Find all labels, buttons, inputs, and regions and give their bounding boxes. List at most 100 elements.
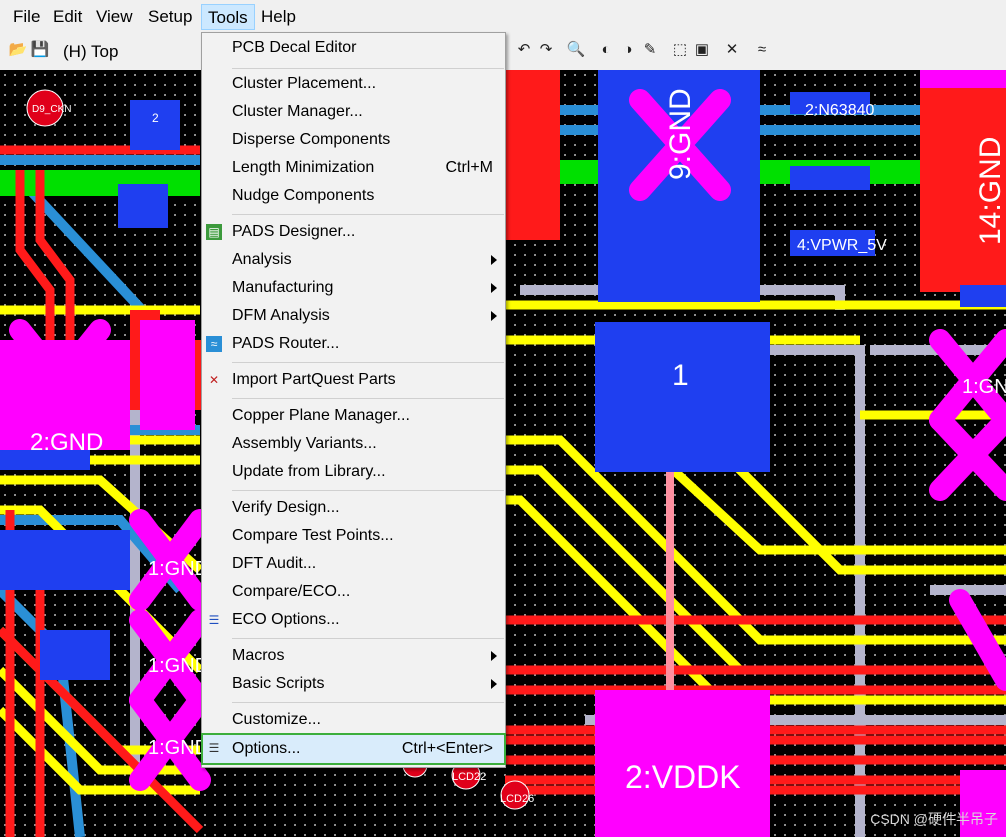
menu-item-copper-plane-manager[interactable]: Copper Plane Manager...	[202, 402, 505, 430]
brush-icon[interactable]: ✎	[640, 40, 660, 60]
menu-item-label: Compare/ECO...	[232, 583, 351, 600]
watermark: CSDN @硬件半吊子	[870, 811, 998, 827]
menu-item-label: Basic Scripts	[232, 675, 325, 692]
eco-options-icon: ☰	[208, 613, 220, 627]
menu-item-cluster-placement[interactable]: Cluster Placement...	[202, 70, 505, 98]
menu-view[interactable]: View	[90, 4, 139, 30]
menu-separator	[232, 214, 504, 215]
options-icon: ☰	[208, 741, 220, 755]
component-ref-2: 2	[152, 111, 159, 125]
display-icon[interactable]: ◐	[596, 40, 616, 60]
partquest-icon[interactable]: ✕	[722, 40, 742, 60]
menu-item-label: Assembly Variants...	[232, 435, 377, 452]
submenu-arrow-icon	[491, 651, 497, 661]
router-icon[interactable]: ≈	[752, 40, 772, 60]
component-ref-1: 1	[672, 359, 689, 392]
menu-item-label: Analysis	[232, 251, 292, 268]
submenu-arrow-icon	[491, 255, 497, 265]
gnd-label-1b: 1:GND	[148, 655, 209, 677]
menu-item-analysis[interactable]: Analysis	[202, 246, 505, 274]
menu-item-label: Compare Test Points...	[232, 527, 394, 544]
lcd22-label: LCD22	[452, 771, 486, 783]
menu-separator	[232, 702, 504, 703]
menu-item-dfm-analysis[interactable]: DFM Analysis	[202, 302, 505, 330]
undo-icon[interactable]: ↶	[514, 40, 534, 60]
menu-item-label: Options...	[232, 740, 301, 757]
menu-item-compare-test-points[interactable]: Compare Test Points...	[202, 522, 505, 550]
menu-edit[interactable]: Edit	[47, 4, 88, 30]
menu-item-import-partquest[interactable]: ✕ Import PartQuest Parts	[202, 366, 505, 394]
menu-bar: File Edit View Setup Tools Help	[0, 0, 1006, 35]
menu-item-options[interactable]: ☰ Options... Ctrl+<Enter>	[201, 733, 506, 765]
menu-item-label: Nudge Components	[232, 187, 375, 204]
shortcut-label: Ctrl+M	[445, 159, 493, 176]
gnd-label-2: 2:GND	[30, 429, 103, 456]
menu-item-dft-audit[interactable]: DFT Audit...	[202, 550, 505, 578]
menu-item-cluster-manager[interactable]: Cluster Manager...	[202, 98, 505, 126]
menu-separator	[232, 362, 504, 363]
partquest-icon: ✕	[208, 373, 220, 387]
save-icon[interactable]: 💾	[30, 40, 50, 60]
redo-icon[interactable]: ↷	[536, 40, 556, 60]
tools-dropdown: PCB Decal Editor Cluster Placement... Cl…	[201, 32, 506, 768]
menu-item-length-minimization[interactable]: Length Minimization Ctrl+M	[202, 154, 505, 182]
menu-item-pads-router[interactable]: ≈ PADS Router...	[202, 330, 505, 358]
menu-item-update-from-library[interactable]: Update from Library...	[202, 458, 505, 486]
menu-item-label: DFT Audit...	[232, 555, 317, 572]
gnd-label-1d: 1:GND	[962, 376, 1006, 398]
menu-item-label: PADS Router...	[232, 335, 340, 352]
pads-designer-icon: ▤	[206, 224, 222, 240]
submenu-arrow-icon	[491, 283, 497, 293]
open-icon[interactable]: 📂	[8, 40, 28, 60]
menu-tools[interactable]: Tools	[201, 4, 255, 30]
menu-item-label: Verify Design...	[232, 499, 340, 516]
gnd-label-9: 9:GND	[664, 88, 697, 180]
menu-setup[interactable]: Setup	[142, 4, 198, 30]
menu-item-label: PADS Designer...	[232, 223, 356, 240]
via-label: D9_CKN	[32, 104, 71, 115]
menu-item-pads-designer[interactable]: ▤ PADS Designer...	[202, 218, 505, 246]
menu-item-macros[interactable]: Macros	[202, 642, 505, 670]
vpwr-label: 4:VPWR_5V	[797, 237, 887, 254]
menu-item-label: Cluster Manager...	[232, 103, 363, 120]
menu-item-label: Manufacturing	[232, 279, 334, 296]
menu-separator	[232, 398, 504, 399]
menu-separator	[232, 638, 504, 639]
menu-item-verify-design[interactable]: Verify Design...	[202, 494, 505, 522]
menu-separator	[232, 68, 504, 69]
menu-item-label: Length Minimization	[232, 159, 375, 176]
menu-item-basic-scripts[interactable]: Basic Scripts	[202, 670, 505, 698]
menu-item-label: Macros	[232, 647, 285, 664]
menu-file[interactable]: File	[7, 4, 46, 30]
menu-item-label: Update from Library...	[232, 463, 386, 480]
menu-item-pcb-decal-editor[interactable]: PCB Decal Editor	[202, 34, 505, 62]
menu-item-disperse-components[interactable]: Disperse Components	[202, 126, 505, 154]
menu-item-label: Disperse Components	[232, 131, 391, 148]
zoom-icon[interactable]: 🔍	[566, 40, 586, 60]
menu-item-label: ECO Options...	[232, 611, 340, 628]
gnd-label-1a: 1:GND	[148, 558, 209, 580]
submenu-arrow-icon	[491, 311, 497, 321]
refresh-icon[interactable]: ◑	[618, 40, 638, 60]
menu-help[interactable]: Help	[255, 4, 302, 30]
net-label: 2:N63840	[805, 102, 874, 119]
lcd26-label: LCD26	[500, 793, 534, 805]
menu-item-compare-eco[interactable]: Compare/ECO...	[202, 578, 505, 606]
gnd-label-14: 14:GND	[974, 137, 1006, 245]
menu-item-eco-options[interactable]: ☰ ECO Options...	[202, 606, 505, 634]
menu-item-label: DFM Analysis	[232, 307, 330, 324]
menu-item-customize[interactable]: Customize...	[202, 706, 505, 734]
menu-item-nudge-components[interactable]: Nudge Components	[202, 182, 505, 210]
menu-item-label: Customize...	[232, 711, 321, 728]
menu-item-label: PCB Decal Editor	[232, 39, 357, 56]
layer-select[interactable]: (H) Top	[55, 38, 202, 66]
menu-separator	[232, 490, 504, 491]
menu-item-manufacturing[interactable]: Manufacturing	[202, 274, 505, 302]
menu-item-label: Import PartQuest Parts	[232, 371, 396, 388]
gnd-label-1c: 1:GND	[148, 737, 209, 759]
menu-item-assembly-variants[interactable]: Assembly Variants...	[202, 430, 505, 458]
vddk-label: 2:VDDK	[625, 759, 741, 795]
window-icon[interactable]: ▣	[692, 40, 712, 60]
menu-item-label: Copper Plane Manager...	[232, 407, 410, 424]
select-icon[interactable]: ⬚	[670, 40, 690, 60]
